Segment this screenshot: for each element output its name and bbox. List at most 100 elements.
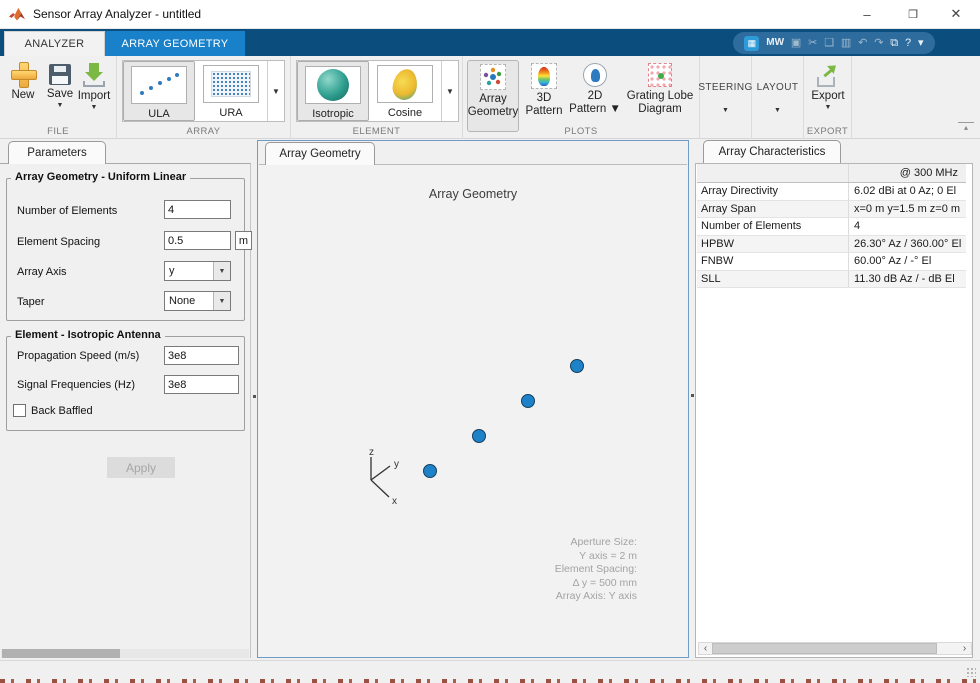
resize-grip[interactable] xyxy=(966,667,976,677)
copy-icon[interactable]: ❑ xyxy=(824,37,834,49)
undo-icon[interactable]: ↶ xyxy=(858,37,867,49)
tab-analyzer[interactable]: ANALYZER xyxy=(4,31,105,56)
array-characteristics-panel: Array Characteristics @ 300 MHz Array Di… xyxy=(695,140,980,660)
spacing-unit-button[interactable]: m xyxy=(235,231,252,250)
array-element-dot xyxy=(521,394,535,408)
taper-select[interactable]: None ▼ xyxy=(164,291,231,311)
collapse-ribbon-icon[interactable]: ▴ xyxy=(958,122,974,134)
tab-array-characteristics[interactable]: Array Characteristics xyxy=(703,140,841,163)
array-element-dot xyxy=(472,429,486,443)
scrollbar-track[interactable] xyxy=(712,643,958,654)
import-button[interactable]: Import ▼ xyxy=(74,63,114,111)
parameters-body: Array Geometry - Uniform Linear Number o… xyxy=(0,163,252,658)
section-label-export: EXPORT xyxy=(806,126,849,137)
close-button[interactable]: ✕ xyxy=(941,0,971,28)
horizontal-scrollbar[interactable] xyxy=(1,649,249,658)
export-dropdown-icon[interactable]: ▼ xyxy=(825,104,832,111)
section-array: ULA URA ▼ ARRAY xyxy=(117,56,291,139)
frequency-column-header: @ 300 MHz xyxy=(899,167,958,179)
axis-label-y: y xyxy=(394,459,399,470)
tab-array-geometry-plot[interactable]: Array Geometry xyxy=(265,142,375,165)
element-spacing-label: Element Spacing xyxy=(17,236,101,248)
characteristics-table: @ 300 MHz Array Directivity 6.02 dBi at … xyxy=(697,164,966,288)
axis-label-z: z xyxy=(369,447,374,458)
array-axis-select[interactable]: y ▼ xyxy=(164,261,231,281)
table-row[interactable]: Number of Elements 4 xyxy=(697,218,966,236)
paste-icon[interactable]: ▥ xyxy=(841,37,851,49)
horizontal-scrollbar[interactable]: ‹ › xyxy=(698,642,972,655)
array-geometry-plot-icon xyxy=(480,64,506,90)
maximize-button[interactable]: ❒ xyxy=(898,0,928,28)
help-icon[interactable]: ? xyxy=(905,37,911,49)
screen-edge-artifact xyxy=(0,679,980,683)
table-row[interactable]: SLL 11.30 dB Az / - dB El xyxy=(697,270,966,288)
pattern-2d-button[interactable]: 2D Pattern ▼ xyxy=(568,60,622,132)
taper-label: Taper xyxy=(17,296,45,308)
right-splitter-handle[interactable] xyxy=(691,394,694,397)
window-layout-icon[interactable]: ⧉ xyxy=(890,37,898,49)
table-row[interactable]: FNBW 60.00° Az / -° El xyxy=(697,253,966,271)
array-element-dot xyxy=(570,359,584,373)
steering-dropdown-icon[interactable]: ▼ xyxy=(722,107,729,114)
section-label-plots: PLOTS xyxy=(564,126,598,137)
array-axis-label: Array Axis xyxy=(17,266,67,278)
ura-button[interactable]: URA xyxy=(195,61,267,121)
desktop-shortcut-icon[interactable]: ▦ xyxy=(744,35,760,51)
characteristics-body: @ 300 MHz Array Directivity 6.02 dBi at … xyxy=(695,163,973,658)
redo-icon[interactable]: ↷ xyxy=(874,37,883,49)
title-bar: Sensor Array Analyzer - untitled – ❒ ✕ xyxy=(0,0,980,29)
tab-array-geometry[interactable]: ARRAY GEOMETRY xyxy=(105,31,245,56)
back-baffled-checkbox[interactable] xyxy=(13,404,26,417)
table-row[interactable]: Array Directivity 6.02 dBi at 0 Az; 0 El xyxy=(697,183,966,201)
section-element: Isotropic Cosine ▼ ELEMENT xyxy=(291,56,463,139)
section-export: Export ▼ EXPORT xyxy=(804,56,852,139)
scroll-left-icon[interactable]: ‹ xyxy=(699,643,712,654)
table-row[interactable]: Array Span x=0 m y=1.5 m z=0 m xyxy=(697,200,966,218)
array-gallery-dropdown[interactable]: ▼ xyxy=(267,61,284,121)
num-elements-label: Number of Elements xyxy=(17,205,118,217)
scroll-right-icon[interactable]: › xyxy=(958,643,971,654)
save-icon[interactable]: ▣ xyxy=(791,37,801,49)
layout-dropdown-icon[interactable]: ▼ xyxy=(774,107,781,114)
signal-frequencies-input[interactable] xyxy=(164,375,239,394)
axis-triad: z y x xyxy=(369,447,399,507)
tab-parameters[interactable]: Parameters xyxy=(8,141,106,164)
section-steering[interactable]: STEERING ▼ xyxy=(698,56,752,139)
group-title: Array Geometry - Uniform Linear xyxy=(11,171,191,183)
pattern-3d-button[interactable]: 3D Pattern xyxy=(521,60,567,132)
new-plus-icon xyxy=(10,62,37,88)
ura-icon xyxy=(203,65,259,103)
new-button[interactable]: New xyxy=(3,62,43,101)
section-layout[interactable]: LAYOUT ▼ xyxy=(752,56,804,139)
ula-button[interactable]: ULA xyxy=(123,61,195,121)
element-gallery: Isotropic Cosine ▼ xyxy=(296,60,459,122)
export-button[interactable]: Export ▼ xyxy=(808,63,848,111)
grating-lobe-button[interactable]: Grating Lobe Diagram xyxy=(623,60,697,132)
isotropic-button[interactable]: Isotropic xyxy=(297,61,369,121)
minimize-button[interactable]: – xyxy=(852,0,882,28)
scrollbar-thumb[interactable] xyxy=(2,649,120,658)
mathworks-logo-icon[interactable]: MW xyxy=(766,38,784,48)
import-dropdown-icon[interactable]: ▼ xyxy=(91,104,98,111)
table-row[interactable]: HPBW 26.30° Az / 360.00° El xyxy=(697,235,966,253)
pattern-2d-icon xyxy=(583,63,607,87)
scrollbar-thumb[interactable] xyxy=(712,643,937,654)
qat-more-icon[interactable]: ▾ xyxy=(918,37,924,49)
element-spacing-input[interactable] xyxy=(164,231,231,250)
apply-button[interactable]: Apply xyxy=(107,457,175,478)
array-geometry-plot-button[interactable]: Array Geometry xyxy=(467,60,519,132)
save-dropdown-icon[interactable]: ▼ xyxy=(57,102,64,109)
array-gallery: ULA URA ▼ xyxy=(122,60,285,122)
cut-icon[interactable]: ✂ xyxy=(808,37,817,49)
left-splitter-handle[interactable] xyxy=(253,395,256,398)
array-geometry-group: Array Geometry - Uniform Linear Number o… xyxy=(6,171,252,321)
cosine-button[interactable]: Cosine xyxy=(369,61,441,121)
sensor-array-analyzer-window: Sensor Array Analyzer - untitled – ❒ ✕ A… xyxy=(0,0,980,683)
element-gallery-dropdown[interactable]: ▼ xyxy=(441,61,458,121)
isotropic-sphere-icon xyxy=(305,66,361,104)
plot-area[interactable]: Array Geometry z y x Aperture Size: Y ax… xyxy=(259,164,687,657)
num-elements-input[interactable] xyxy=(164,200,231,219)
propagation-speed-input[interactable] xyxy=(164,346,239,365)
section-label-element: ELEMENT xyxy=(352,126,401,137)
group-title: Element - Isotropic Antenna xyxy=(11,329,165,341)
